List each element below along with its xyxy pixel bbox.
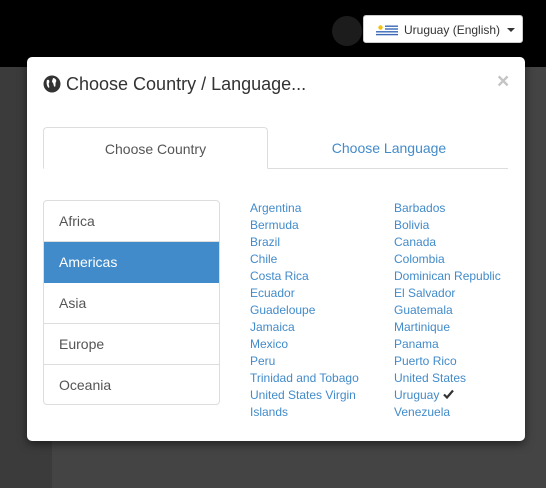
country-link[interactable]: Argentina: [250, 200, 390, 217]
country-link[interactable]: United States: [394, 370, 519, 387]
country-link[interactable]: Colombia: [394, 251, 519, 268]
country-link[interactable]: Trinidad and Tobago: [250, 370, 390, 387]
country-column-2: Barbados Bolivia Canada Colombia Dominic…: [394, 200, 519, 421]
country-link[interactable]: Panama: [394, 336, 519, 353]
tab-choose-country[interactable]: Choose Country: [43, 127, 268, 169]
country-link[interactable]: Barbados: [394, 200, 519, 217]
country-link[interactable]: Guatemala: [394, 302, 519, 319]
country-link[interactable]: Martinique: [394, 319, 519, 336]
country-link[interactable]: Costa Rica: [250, 268, 390, 285]
country-link[interactable]: El Salvador: [394, 285, 519, 302]
country-link[interactable]: Jamaica: [250, 319, 390, 336]
country-link[interactable]: Brazil: [250, 234, 390, 251]
country-link[interactable]: Canada: [394, 234, 519, 251]
country-link[interactable]: Dominican Republic: [394, 268, 519, 285]
country-link[interactable]: Bolivia: [394, 217, 519, 234]
chevron-down-icon: [507, 28, 515, 32]
modal-title-text: Choose Country / Language...: [66, 74, 307, 94]
country-column-1: Argentina Bermuda Brazil Chile Costa Ric…: [250, 200, 390, 421]
region-item-africa[interactable]: Africa: [44, 201, 219, 242]
country-dropdown-label: Uruguay (English): [404, 23, 501, 37]
country-link-selected[interactable]: Uruguay: [394, 387, 519, 404]
country-link[interactable]: Bermuda: [250, 217, 390, 234]
region-list: Africa Americas Asia Europe Oceania: [43, 200, 220, 405]
uruguay-flag-icon: [376, 24, 398, 40]
country-link[interactable]: United States Virgin Islands: [250, 387, 390, 421]
country-link[interactable]: Chile: [250, 251, 390, 268]
globe-icon: [43, 75, 61, 98]
country-link[interactable]: Peru: [250, 353, 390, 370]
country-link[interactable]: Guadeloupe: [250, 302, 390, 319]
tab-choose-language[interactable]: Choose Language: [269, 127, 509, 169]
checkmark-icon: [443, 387, 455, 404]
region-item-europe[interactable]: Europe: [44, 324, 219, 365]
country-link[interactable]: Mexico: [250, 336, 390, 353]
country-language-modal: Choose Country / Language... × Choose Co…: [27, 57, 525, 441]
country-language-dropdown[interactable]: Uruguay (English): [363, 15, 523, 43]
region-item-asia[interactable]: Asia: [44, 283, 219, 324]
region-item-americas[interactable]: Americas: [44, 242, 219, 283]
country-link[interactable]: Ecuador: [250, 285, 390, 302]
close-button[interactable]: ×: [497, 71, 509, 92]
region-item-oceania[interactable]: Oceania: [44, 365, 219, 404]
country-link[interactable]: Puerto Rico: [394, 353, 519, 370]
selected-country-label: Uruguay: [394, 388, 440, 402]
country-link[interactable]: Venezuela: [394, 404, 519, 421]
user-avatar[interactable]: [332, 16, 362, 46]
